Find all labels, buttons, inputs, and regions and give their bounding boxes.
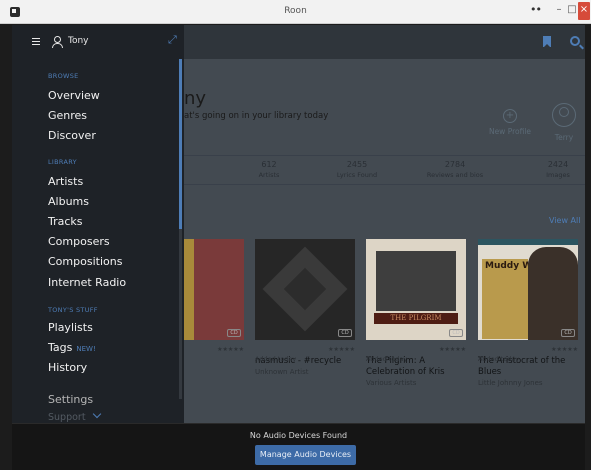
page-greeting: ny (184, 88, 207, 109)
close-button[interactable]: × (578, 2, 590, 20)
sidebar: Tony ⤢ BROWSE Overview Genres Discover L… (12, 25, 184, 423)
stat-item[interactable]: 2784 Reviews and bios (415, 160, 495, 179)
sidebar-item-label: Tags (48, 341, 73, 354)
search-icon[interactable] (570, 36, 580, 46)
album-artist[interactable]: Little Johnny Jones (478, 379, 582, 387)
album-card[interactable]: CD Added today ★★★★★ nasmusic - #recycle… (255, 239, 359, 376)
sidebar-header: Tony ⤢ (12, 25, 184, 59)
profile-terry[interactable]: Terry (544, 103, 584, 142)
audio-status: No Audio Devices Found (249, 431, 348, 440)
audio-footer: No Audio Devices Found Manage Audio Devi… (12, 423, 585, 470)
cd-badge: CD (449, 329, 463, 337)
maximize-button[interactable]: □ (566, 2, 578, 20)
stat-item[interactable]: 2424 Images (518, 160, 585, 179)
profile-terry-label: Terry (554, 133, 574, 142)
minimize-button[interactable]: – (552, 2, 566, 20)
added-label: Added today (255, 355, 297, 363)
cd-badge: CD (561, 329, 575, 337)
stat-item[interactable]: 612 Artists (229, 160, 309, 179)
stat-number: 612 (261, 160, 277, 169)
rating-stars[interactable]: ★★★★★ (217, 346, 244, 353)
stat-label: Lyrics Found (336, 171, 378, 179)
stat-number: 2424 (547, 160, 569, 169)
album-art: THE PILGRIM CD (366, 239, 466, 340)
library-stats: 612 Artists 2455 Lyrics Found 2784 Revie… (184, 155, 585, 185)
view-all-link[interactable]: View All (549, 216, 580, 225)
stat-number: 2784 (444, 160, 466, 169)
sidebar-item-internet-radio[interactable]: Internet Radio (48, 276, 126, 289)
sidebar-item-tags[interactable]: Tags NEW! (48, 341, 96, 354)
sidebar-item-albums[interactable]: Albums (48, 195, 89, 208)
rating-stars[interactable]: ★★★★★ (328, 346, 355, 353)
rating-stars[interactable]: ★★★★★ (439, 346, 466, 353)
album-art: CD (255, 239, 355, 340)
album-artist[interactable]: Unknown Artist (255, 368, 359, 376)
sidebar-item-history[interactable]: History (48, 361, 87, 374)
new-profile-button[interactable]: + New Profile (480, 109, 540, 136)
section-library: LIBRARY (48, 158, 77, 166)
album-card[interactable]: Muddy WATERS CD Added today ★★★★★ The Ar… (478, 239, 582, 387)
page-subtitle: at's going on in your library today (184, 111, 329, 121)
sidebar-item-tracks[interactable]: Tracks (48, 215, 83, 228)
stat-label: Reviews and bios (426, 171, 484, 179)
user-icon[interactable] (52, 36, 63, 48)
section-tonys-stuff: TONY'S STUFF (48, 306, 98, 314)
user-name[interactable]: Tony (68, 36, 89, 46)
plus-icon: + (503, 109, 517, 123)
new-badge: NEW! (76, 345, 96, 353)
sidebar-scroll-thumb[interactable] (179, 59, 182, 229)
window-title-bar: Roon •• – □ × (0, 0, 591, 24)
sidebar-item-overview[interactable]: Overview (48, 89, 100, 102)
cd-badge: CD (227, 329, 241, 337)
album-art: Muddy WATERS CD (478, 239, 578, 340)
section-browse: BROWSE (48, 72, 79, 80)
sidebar-item-settings[interactable]: Settings (48, 393, 93, 406)
hamburger-icon[interactable] (32, 38, 40, 45)
manage-audio-devices-button[interactable]: Manage Audio Devices (255, 445, 356, 465)
stat-label: Artists (258, 171, 280, 179)
added-label: Added today (366, 355, 408, 363)
stat-label: Images (546, 171, 570, 179)
album-card[interactable]: THE PILGRIM CD Added today ★★★★★ The Pil… (366, 239, 470, 387)
sidebar-item-discover[interactable]: Discover (48, 129, 96, 142)
new-profile-label: New Profile (488, 127, 532, 136)
sidebar-item-playlists[interactable]: Playlists (48, 321, 93, 334)
stat-item[interactable]: 2455 Lyrics Found (317, 160, 397, 179)
sidebar-item-support[interactable]: Support (48, 412, 86, 423)
window-title: Roon (284, 6, 307, 16)
sidebar-item-genres[interactable]: Genres (48, 109, 87, 122)
rating-stars[interactable]: ★★★★★ (551, 346, 578, 353)
cd-badge: CD (338, 329, 352, 337)
bookmark-icon[interactable] (543, 36, 551, 48)
expand-icon[interactable]: ⤢ (168, 34, 177, 45)
window-menu-dots[interactable]: •• (530, 3, 542, 16)
avatar-icon (552, 103, 576, 127)
sidebar-item-composers[interactable]: Composers (48, 235, 110, 248)
stat-number: 2455 (346, 160, 368, 169)
album-art-text: THE PILGRIM (374, 313, 458, 324)
sidebar-item-artists[interactable]: Artists (48, 175, 83, 188)
sidebar-item-compositions[interactable]: Compositions (48, 255, 122, 268)
added-label: Added today (478, 355, 520, 363)
album-artist[interactable]: Various Artists (366, 379, 470, 387)
